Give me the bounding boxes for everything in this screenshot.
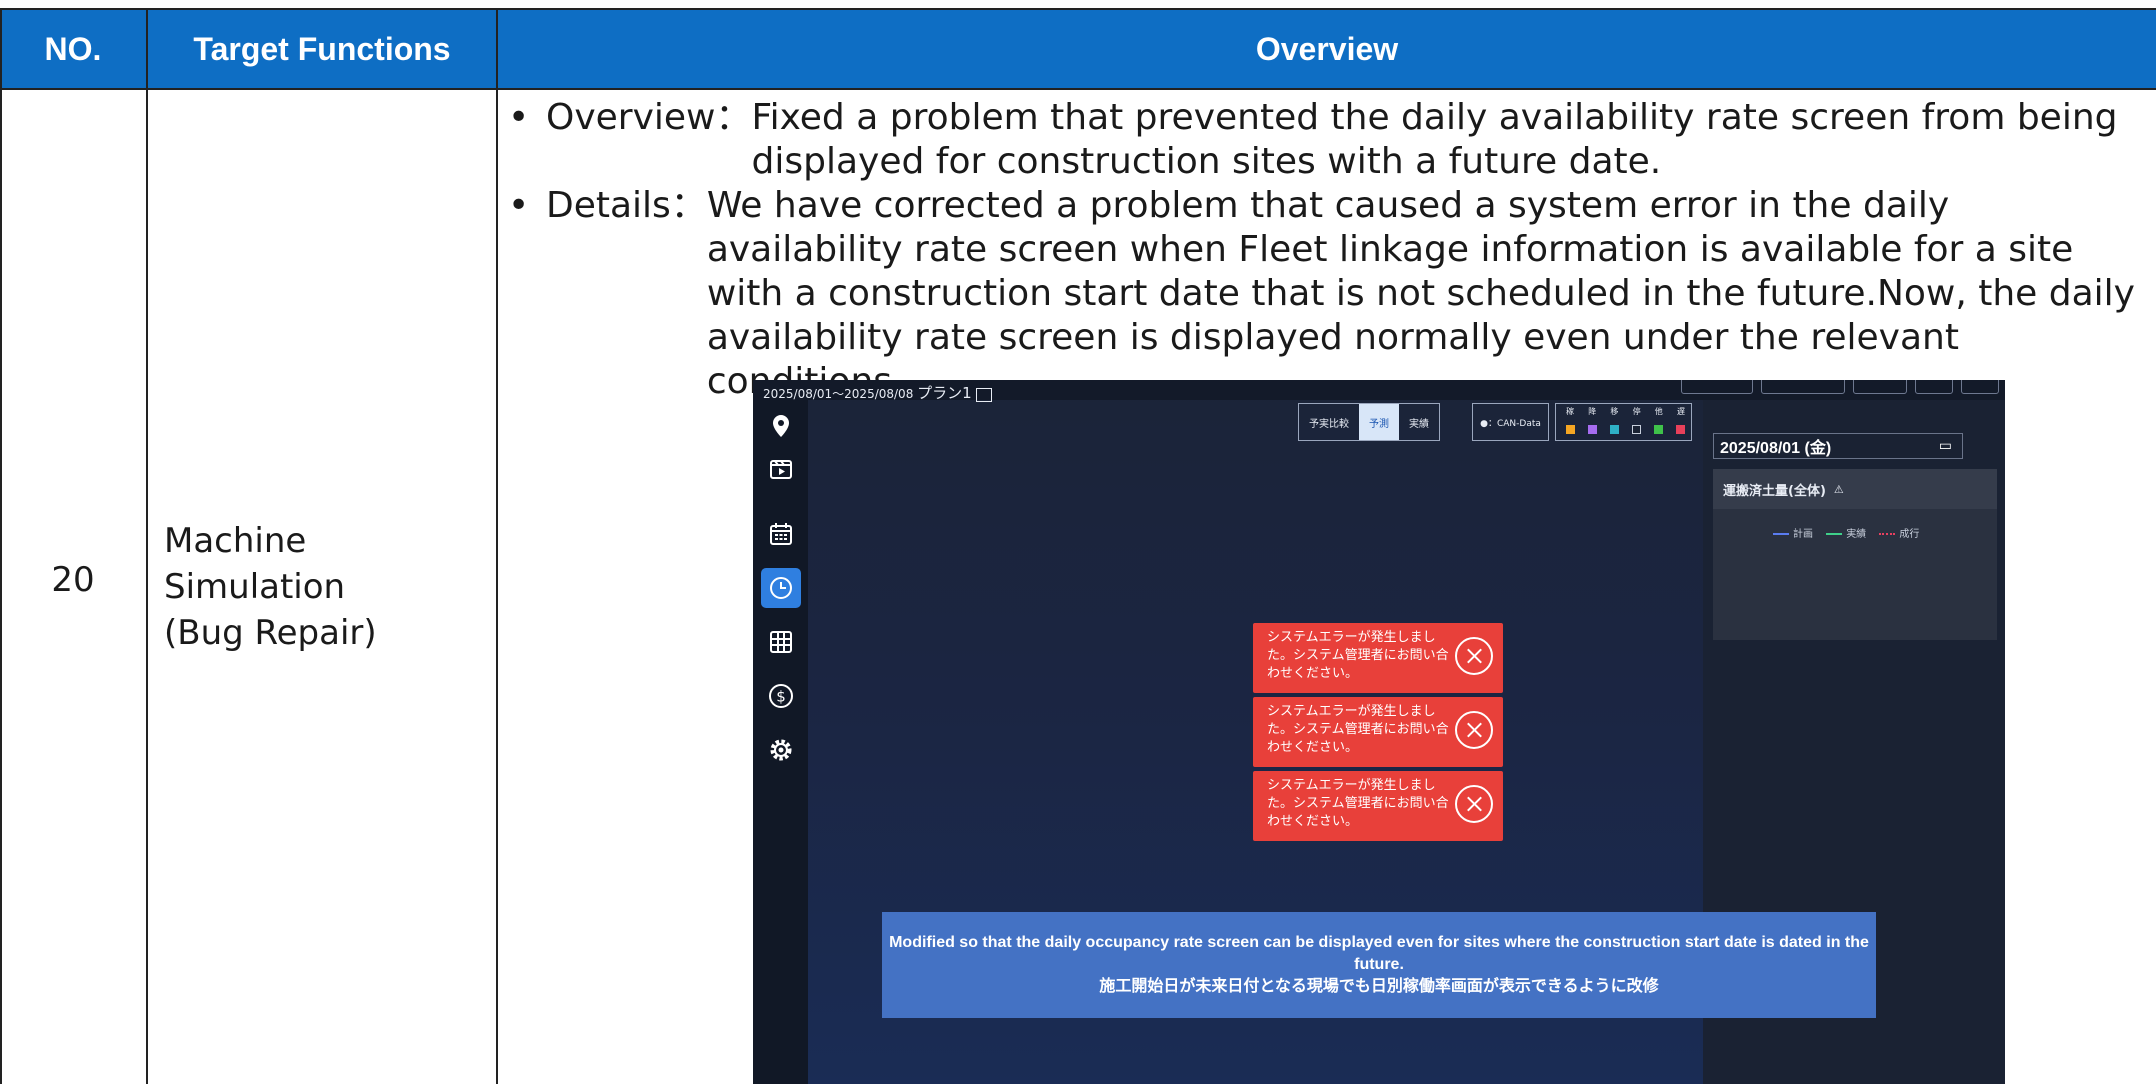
period-range: 2025/08/01～2025/08/08 bbox=[763, 387, 914, 401]
release-notes-table: NO. Target Functions Overview 20 Machine… bbox=[0, 0, 2156, 1084]
overview-text: Fixed a problem that prevented the daily… bbox=[751, 97, 2118, 182]
status-legend: 稼 降 移 停 他 遅 bbox=[1555, 403, 1692, 441]
top-button[interactable] bbox=[1761, 380, 1845, 394]
details-bullet: • Details： We have corrected a problem t… bbox=[508, 184, 2148, 404]
annotation-english: Modified so that the daily occupancy rat… bbox=[889, 934, 1869, 973]
error-message: システムエラーが発生しました。システム管理者にお問い合わせください。 bbox=[1267, 630, 1449, 681]
error-toast: システムエラーが発生しました。システム管理者にお問い合わせください。 bbox=[1253, 771, 1503, 841]
header-target-functions: Target Functions bbox=[148, 10, 496, 88]
legend-actual: 実績 bbox=[1846, 529, 1867, 540]
dollar-icon[interactable]: $ bbox=[761, 676, 801, 716]
status-label: 移 bbox=[1610, 407, 1619, 416]
close-icon[interactable] bbox=[1455, 637, 1493, 675]
gear-icon[interactable] bbox=[761, 730, 801, 770]
grid-icon[interactable] bbox=[761, 622, 801, 662]
date-picker[interactable]: 2025/08/01 (金) ▭ bbox=[1713, 433, 1963, 459]
sidebar: $ bbox=[753, 400, 808, 1084]
plan-switch-icon[interactable] bbox=[975, 387, 992, 402]
status-swatch bbox=[1566, 425, 1575, 434]
details-label: Details： bbox=[546, 185, 707, 226]
table-border-top bbox=[0, 8, 2156, 10]
top-button[interactable] bbox=[1915, 380, 1953, 394]
toggle-plan-vs-actual[interactable]: 予実比較 bbox=[1299, 404, 1359, 440]
video-icon[interactable] bbox=[761, 448, 801, 488]
header-overview: Overview bbox=[498, 10, 2156, 88]
row-number: 20 bbox=[51, 560, 95, 600]
status-swatch bbox=[1676, 425, 1685, 434]
top-button[interactable] bbox=[1961, 380, 1999, 394]
error-message: システムエラーが発生しました。システム管理者にお問い合わせください。 bbox=[1267, 704, 1449, 755]
status-swatch bbox=[1610, 425, 1619, 434]
top-button[interactable] bbox=[1853, 380, 1907, 394]
error-toast: システムエラーが発生しました。システム管理者にお問い合わせください。 bbox=[1253, 623, 1503, 693]
error-message: システムエラーが発生しました。システム管理者にお問い合わせください。 bbox=[1267, 778, 1449, 829]
column-border bbox=[0, 10, 2, 1084]
status-label: 停 bbox=[1632, 407, 1641, 416]
status-label: 遅 bbox=[1676, 407, 1685, 416]
app-title-bar: 2025/08/01～2025/08/08 プラン1 bbox=[753, 380, 2005, 402]
status-swatch bbox=[1654, 425, 1663, 434]
overview-bullet: • Overview： Fixed a problem that prevent… bbox=[508, 96, 2148, 184]
fix-annotation: Modified so that the daily occupancy rat… bbox=[882, 912, 1876, 1018]
close-icon[interactable] bbox=[1455, 711, 1493, 749]
toggle-forecast[interactable]: 予測 bbox=[1359, 404, 1399, 440]
close-icon[interactable] bbox=[1455, 785, 1493, 823]
embedded-app-screenshot: 2025/08/01～2025/08/08 プラン1 $ 予実比較 予測 実績 … bbox=[753, 380, 2005, 1084]
header-divider bbox=[0, 88, 2156, 90]
svg-text:$: $ bbox=[776, 688, 786, 706]
view-mode-toggle: 予実比較 予測 実績 bbox=[1298, 403, 1440, 441]
status-swatch bbox=[1588, 425, 1597, 434]
status-label: 稼 bbox=[1566, 407, 1574, 416]
header-no: NO. bbox=[0, 10, 146, 88]
transported-soil-card: 運搬済土量(全体) ⚠ 計画 実績 成行 bbox=[1713, 469, 1997, 640]
annotation-japanese: 施工開始日が未来日付となる現場でも日別稼働率画面が表示できるように改修 bbox=[1099, 978, 1659, 995]
target-function-line: Machine bbox=[164, 521, 307, 561]
column-divider bbox=[496, 10, 498, 1084]
error-toast: システムエラーが発生しました。システム管理者にお問い合わせください。 bbox=[1253, 697, 1503, 767]
status-swatch bbox=[1632, 425, 1641, 434]
calendar-icon[interactable]: ▭ bbox=[1939, 437, 1952, 454]
details-text: We have corrected a problem that caused … bbox=[706, 185, 2135, 402]
warning-icon: ⚠ bbox=[1833, 482, 1844, 496]
target-function: Machine Simulation (Bug Repair) bbox=[164, 518, 484, 656]
status-label: 他 bbox=[1654, 407, 1663, 416]
overview-label: Overview： bbox=[546, 97, 752, 138]
target-function-line: Simulation bbox=[164, 567, 346, 607]
top-button[interactable] bbox=[1681, 380, 1753, 394]
can-data-legend: ●：CAN-Data bbox=[1472, 403, 1549, 441]
status-label: 降 bbox=[1588, 407, 1597, 416]
chart-legend: 計画 実績 成行 bbox=[1763, 525, 1919, 540]
plan-name: プラン1 bbox=[917, 384, 972, 402]
toggle-actual[interactable]: 実績 bbox=[1399, 404, 1439, 440]
calendar-icon[interactable] bbox=[761, 514, 801, 554]
clock-icon[interactable] bbox=[761, 568, 801, 608]
selected-date: 2025/08/01 (金) bbox=[1720, 440, 1832, 457]
map-pin-icon[interactable] bbox=[761, 406, 801, 446]
target-function-line: (Bug Repair) bbox=[164, 613, 377, 653]
card-title: 運搬済土量(全体) bbox=[1723, 483, 1826, 499]
legend-forecast: 成行 bbox=[1899, 529, 1920, 540]
overview-cell: • Overview： Fixed a problem that prevent… bbox=[508, 96, 2148, 404]
column-divider bbox=[146, 10, 148, 1084]
legend-plan: 計画 bbox=[1793, 529, 1813, 540]
